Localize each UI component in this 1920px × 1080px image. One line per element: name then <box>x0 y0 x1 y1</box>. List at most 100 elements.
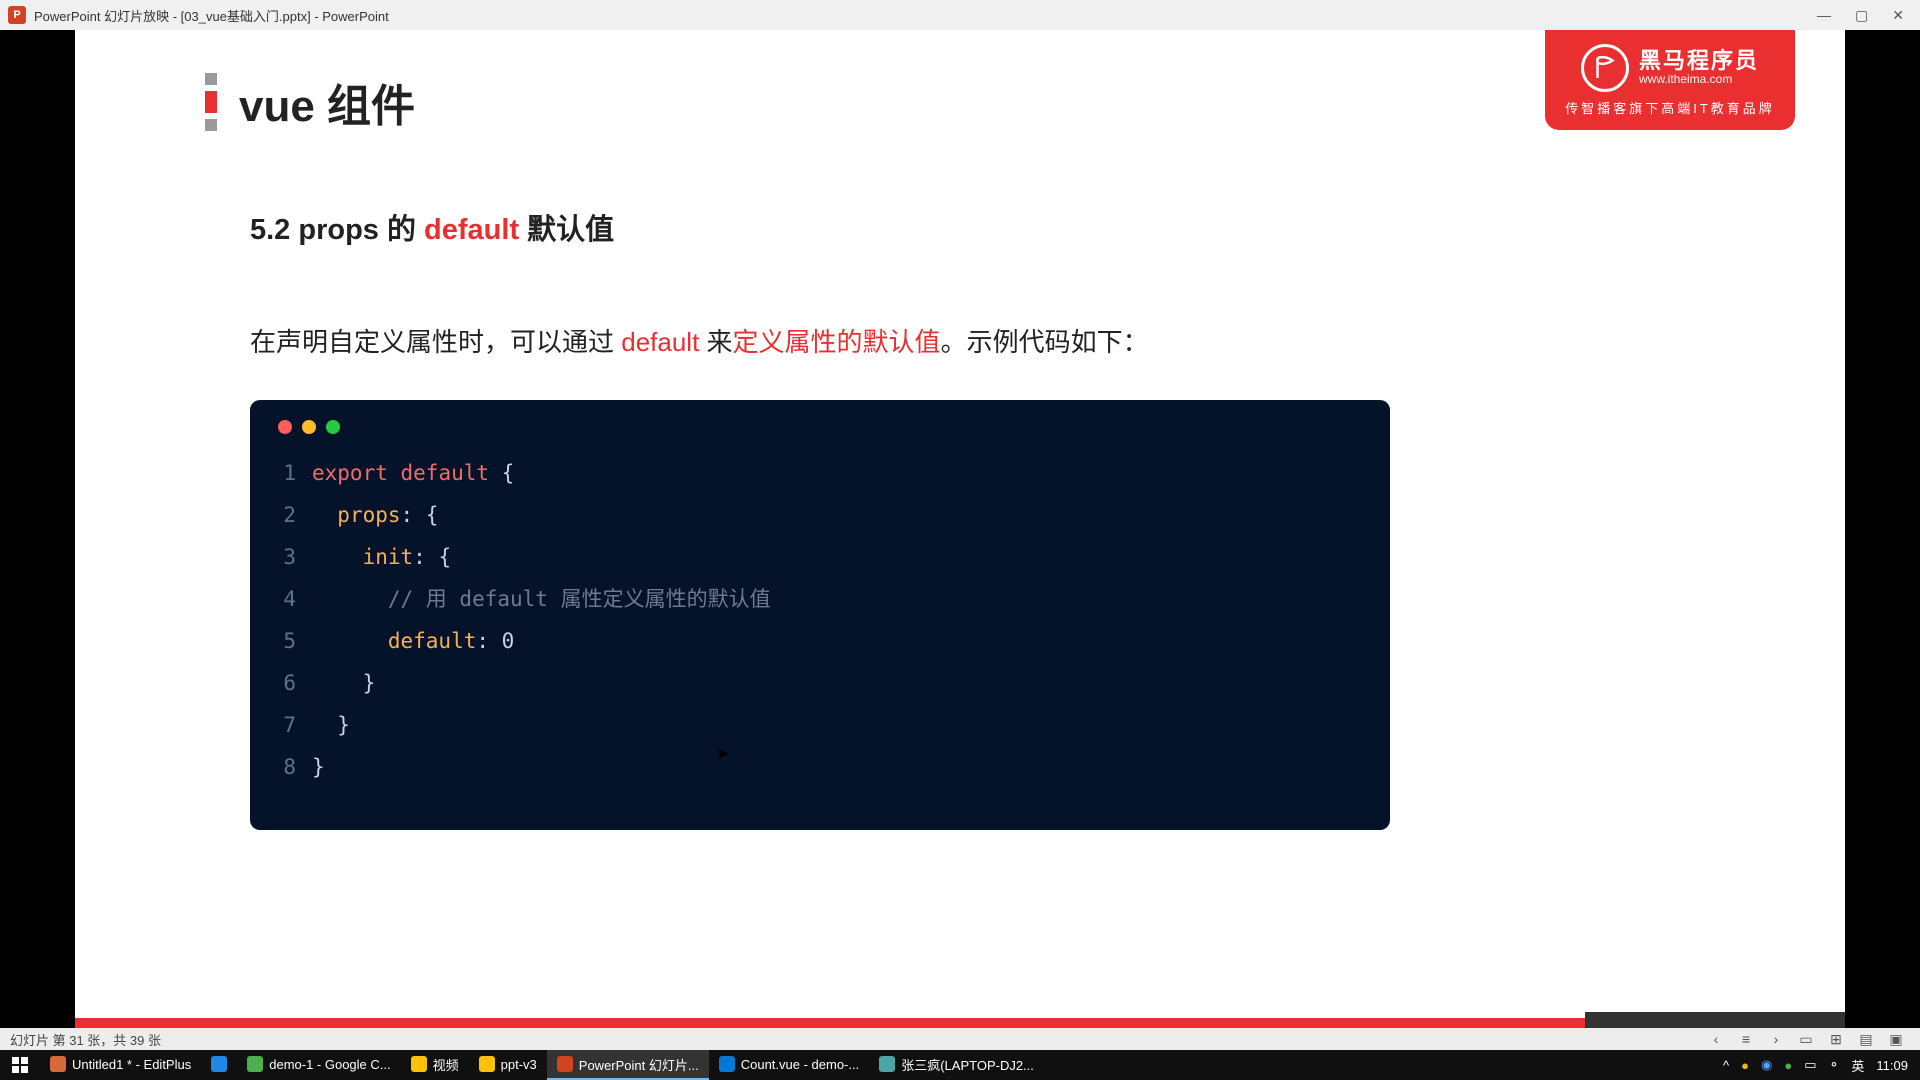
subtitle-suffix: 默认值 <box>519 214 614 246</box>
section-subtitle: 5.2 props 的 default 默认值 <box>250 206 614 248</box>
app-icon: P <box>8 6 26 24</box>
menu-icon[interactable]: ≡ <box>1738 1031 1754 1047</box>
taskbar-item[interactable]: Untitled1 * - EditPlus <box>40 1050 201 1080</box>
taskbar: Untitled1 * - EditPlus demo-1 - Google C.… <box>0 1050 1920 1080</box>
start-button[interactable] <box>0 1050 40 1080</box>
desc-part: 来 <box>699 327 732 357</box>
taskbar-item[interactable] <box>201 1050 237 1080</box>
view-sorter-icon[interactable]: ⊞ <box>1828 1031 1844 1047</box>
brand-name: 黑马程序员 <box>1639 49 1759 73</box>
taskbar-app-icon <box>719 1056 735 1072</box>
desc-part: 。示例代码如下： <box>941 327 1149 357</box>
page-title: vue 组件 <box>239 70 415 134</box>
code-body: 1export default {2 props: {3 init: {4 //… <box>278 452 1362 788</box>
next-slide-icon[interactable]: › <box>1768 1031 1784 1047</box>
line-number: 8 <box>278 746 312 788</box>
taskbar-item[interactable]: ppt-v3 <box>469 1050 547 1080</box>
code-content: export default { <box>312 452 514 494</box>
code-content: } <box>312 746 325 788</box>
desc-accent: 定义属性的默认值 <box>733 327 941 357</box>
taskbar-item[interactable]: Count.vue - demo-... <box>709 1050 870 1080</box>
line-number: 4 <box>278 578 312 620</box>
line-number: 7 <box>278 704 312 746</box>
taskbar-app-icon <box>50 1056 66 1072</box>
taskbar-app-icon <box>211 1056 227 1072</box>
line-number: 6 <box>278 662 312 704</box>
desc-accent: default <box>621 327 699 357</box>
brand-badge: 黑马程序员 www.itheima.com 传智播客旗下高端IT教育品牌 <box>1545 30 1795 130</box>
code-content: default: 0 <box>312 620 514 662</box>
code-line: 2 props: { <box>278 494 1362 536</box>
code-line: 3 init: { <box>278 536 1362 578</box>
taskbar-label: 张三疯(LAPTOP-DJ2... <box>901 1055 1034 1074</box>
tray-status-icon[interactable]: ● <box>1784 1058 1792 1073</box>
slide-header: vue 组件 <box>205 70 415 134</box>
taskbar-app-icon <box>411 1056 427 1072</box>
code-line: 8} <box>278 746 1362 788</box>
slide-footer-bar <box>75 1018 1845 1028</box>
taskbar-app-icon <box>247 1056 263 1072</box>
slide-counter: 幻灯片 第 31 张，共 39 张 <box>10 1030 161 1049</box>
taskbar-label: demo-1 - Google C... <box>269 1057 390 1072</box>
code-content: } <box>312 704 350 746</box>
slide-stage[interactable]: 黑马程序员 www.itheima.com 传智播客旗下高端IT教育品牌 vue… <box>0 30 1920 1028</box>
line-number: 3 <box>278 536 312 578</box>
desc-part: 在声明自定义属性时，可以通过 <box>250 327 621 357</box>
view-normal-icon[interactable]: ▭ <box>1798 1031 1814 1047</box>
code-line: 5 default: 0 <box>278 620 1362 662</box>
code-content: init: { <box>312 536 451 578</box>
status-bar: 幻灯片 第 31 张，共 39 张 ‹ ≡ › ▭ ⊞ ▤ ▣ <box>0 1028 1920 1050</box>
line-number: 2 <box>278 494 312 536</box>
taskbar-item[interactable]: demo-1 - Google C... <box>237 1050 400 1080</box>
code-line: 7 } <box>278 704 1362 746</box>
code-content: props: { <box>312 494 438 536</box>
clock[interactable]: 11:09 <box>1876 1058 1908 1073</box>
tray-chevron-icon[interactable]: ^ <box>1723 1058 1729 1073</box>
ime-indicator[interactable]: 英 <box>1851 1056 1864 1075</box>
brand-url: www.itheima.com <box>1639 73 1759 86</box>
maximize-icon[interactable]: ▢ <box>1855 7 1868 24</box>
line-number: 1 <box>278 452 312 494</box>
line-number: 5 <box>278 620 312 662</box>
brand-subtitle: 传智播客旗下高端IT教育品牌 <box>1565 98 1775 117</box>
taskbar-app-icon <box>479 1056 495 1072</box>
window-controls: — ▢ ✕ <box>1817 7 1912 24</box>
tray-network-icon[interactable]: ⚬ <box>1829 1057 1840 1073</box>
system-tray: ^ ● ◉ ● ▭ ⚬ 英 11:09 <box>1711 1056 1920 1075</box>
taskbar-item[interactable]: 张三疯(LAPTOP-DJ2... <box>869 1050 1044 1080</box>
title-bar: P PowerPoint 幻灯片放映 - [03_vue基础入门.pptx] -… <box>0 0 1920 30</box>
window-title: PowerPoint 幻灯片放映 - [03_vue基础入门.pptx] - P… <box>34 6 389 25</box>
code-panel: 1export default {2 props: {3 init: {4 //… <box>250 400 1390 830</box>
code-line: 1export default { <box>278 452 1362 494</box>
taskbar-label: ppt-v3 <box>501 1057 537 1072</box>
slide-footer-marker <box>1585 1012 1845 1028</box>
code-line: 6 } <box>278 662 1362 704</box>
code-line: 4 // 用 default 属性定义属性的默认值 <box>278 578 1362 620</box>
code-content: } <box>312 662 375 704</box>
window-dots-icon <box>278 420 1362 434</box>
slide: 黑马程序员 www.itheima.com 传智播客旗下高端IT教育品牌 vue… <box>75 30 1845 1028</box>
taskbar-label: Untitled1 * - EditPlus <box>72 1057 191 1072</box>
subtitle-accent: default <box>424 214 519 246</box>
taskbar-label: 视频 <box>433 1055 459 1074</box>
view-reading-icon[interactable]: ▤ <box>1858 1031 1874 1047</box>
minimize-icon[interactable]: — <box>1817 7 1831 23</box>
prev-slide-icon[interactable]: ‹ <box>1708 1031 1724 1047</box>
taskbar-label: Count.vue - demo-... <box>741 1057 860 1072</box>
subtitle-prefix: 5.2 props 的 <box>250 214 424 246</box>
taskbar-label: PowerPoint 幻灯片... <box>579 1055 699 1074</box>
taskbar-item[interactable]: 视频 <box>401 1050 469 1080</box>
taskbar-item[interactable]: PowerPoint 幻灯片... <box>547 1050 709 1080</box>
tray-cloud-icon[interactable]: ● <box>1741 1058 1749 1073</box>
windows-icon <box>12 1057 28 1073</box>
view-slideshow-icon[interactable]: ▣ <box>1888 1031 1904 1047</box>
header-bullets-icon <box>205 73 217 131</box>
tray-app-icon[interactable]: ◉ <box>1761 1057 1772 1073</box>
status-nav: ‹ ≡ › ▭ ⊞ ▤ ▣ <box>1708 1031 1910 1047</box>
close-icon[interactable]: ✕ <box>1892 7 1904 24</box>
tray-battery-icon[interactable]: ▭ <box>1804 1057 1816 1073</box>
taskbar-app-icon <box>879 1056 895 1072</box>
brand-logo-icon <box>1581 44 1629 92</box>
description-text: 在声明自定义属性时，可以通过 default 来定义属性的默认值。示例代码如下： <box>250 322 1149 359</box>
code-content: // 用 default 属性定义属性的默认值 <box>312 578 771 620</box>
